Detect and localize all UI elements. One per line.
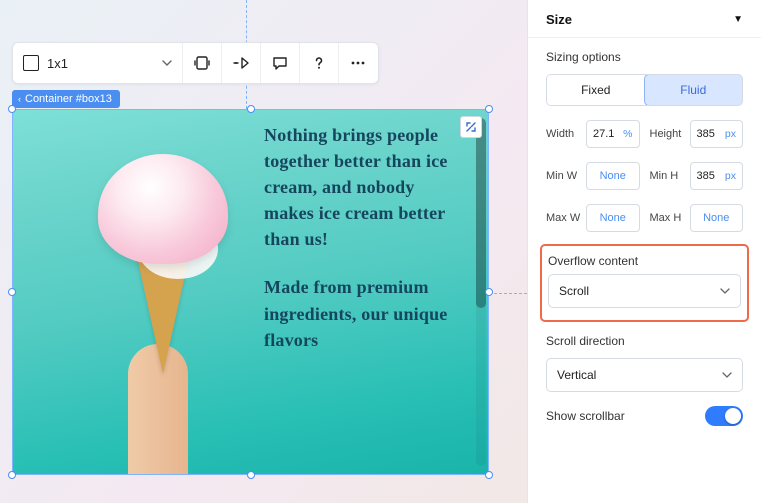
resize-handle-br[interactable] (485, 471, 493, 479)
maxh-input[interactable]: None (690, 204, 744, 232)
minh-unit[interactable]: px (725, 170, 736, 182)
maxw-value: None (600, 212, 626, 224)
minw-label: Min W (546, 170, 582, 182)
width-label: Width (546, 128, 582, 140)
scrolldir-value: Vertical (557, 368, 596, 382)
height-unit[interactable]: px (725, 128, 736, 140)
toggle-knob (725, 408, 741, 424)
aspect-ratio-label: 1x1 (47, 56, 68, 71)
minh-label: Min H (650, 170, 686, 182)
width-input[interactable]: 27.1 % (586, 120, 640, 148)
resize-handle-bm[interactable] (247, 471, 255, 479)
chevron-left-icon: ‹ (18, 95, 21, 104)
overflow-highlight: Overflow content Scroll (540, 244, 749, 322)
more-button[interactable] (339, 43, 378, 83)
minh-input[interactable]: 385 px (690, 162, 744, 190)
height-value: 385 (697, 128, 715, 140)
panel-header-size[interactable]: Size ▼ (528, 0, 761, 38)
aspect-ratio-select[interactable]: 1x1 (13, 43, 183, 83)
sizing-fluid-button[interactable]: Fluid (644, 74, 744, 106)
minh-value: 385 (697, 170, 715, 182)
container-content: Nothing brings people together better th… (13, 110, 488, 474)
element-toolbar: 1x1 (12, 42, 379, 84)
overflow-value: Scroll (559, 284, 589, 298)
maxw-input[interactable]: None (586, 204, 640, 232)
maxh-label: Max H (650, 212, 686, 224)
sizing-options-label: Sizing options (546, 50, 743, 64)
properties-panel: Size ▼ Sizing options Fixed Fluid Width … (527, 0, 761, 503)
show-scrollbar-label: Show scrollbar (546, 409, 625, 423)
height-input[interactable]: 385 px (690, 120, 744, 148)
guide-horizontal (489, 293, 527, 294)
resize-handle-ml[interactable] (8, 288, 16, 296)
width-value: 27.1 (593, 128, 614, 140)
resize-handle-tl[interactable] (8, 105, 16, 113)
stretch-button[interactable] (183, 43, 222, 83)
element-tag[interactable]: ‹ Container #box13 (12, 90, 120, 108)
comment-button[interactable] (261, 43, 300, 83)
element-tag-label: Container #box13 (25, 93, 112, 105)
canvas: 1x1 ‹ Container #box1 (0, 0, 527, 503)
scrolldir-label: Scroll direction (546, 334, 743, 348)
chevron-down-icon (722, 372, 732, 378)
scrolldir-select[interactable]: Vertical (546, 358, 743, 392)
selected-container[interactable]: Nothing brings people together better th… (12, 109, 489, 475)
overflow-select[interactable]: Scroll (548, 274, 741, 308)
show-scrollbar-toggle[interactable] (705, 406, 743, 426)
resize-handle-mr[interactable] (485, 288, 493, 296)
resize-handle-tm[interactable] (247, 105, 255, 113)
expand-button[interactable] (460, 116, 482, 138)
body-text: Nothing brings people together better th… (264, 122, 464, 353)
minw-input[interactable]: None (586, 162, 640, 190)
maxh-value: None (703, 212, 729, 224)
paragraph-2: Made from premium ingredients, our uniqu… (264, 274, 464, 352)
resize-handle-tr[interactable] (485, 105, 493, 113)
animation-button[interactable] (222, 43, 261, 83)
maxw-label: Max W (546, 212, 582, 224)
sizing-fixed-button[interactable]: Fixed (547, 75, 645, 105)
chevron-down-icon (720, 288, 730, 294)
sizing-segmented-control: Fixed Fluid (546, 74, 743, 106)
chevron-down-icon (162, 60, 172, 66)
caret-down-icon: ▼ (733, 14, 743, 25)
help-button[interactable] (300, 43, 339, 83)
overflow-label: Overflow content (548, 254, 741, 268)
width-unit[interactable]: % (623, 128, 632, 140)
minw-value: None (600, 170, 626, 182)
square-icon (23, 55, 39, 71)
panel-header-label: Size (546, 12, 572, 27)
height-label: Height (650, 128, 686, 140)
resize-handle-bl[interactable] (8, 471, 16, 479)
paragraph-1: Nothing brings people together better th… (264, 122, 464, 252)
scrollbar-thumb[interactable] (476, 118, 486, 308)
ice-cream-image (83, 144, 243, 474)
